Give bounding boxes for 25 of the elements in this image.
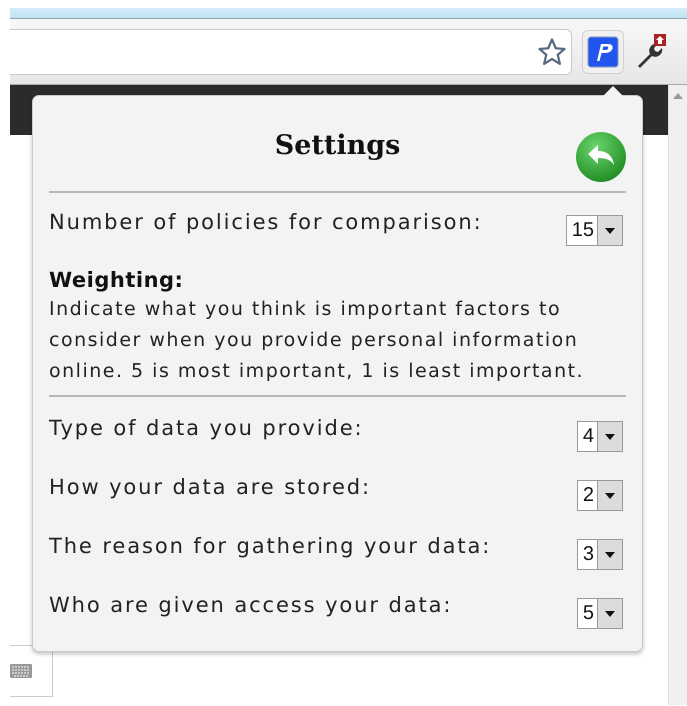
policies-label: Number of policies for comparison:: [49, 209, 483, 235]
caret-icon: [605, 552, 615, 558]
dropdown[interactable]: 5: [576, 598, 623, 629]
dropdown[interactable]: 4: [576, 421, 623, 452]
weighting-description: Indicate what you think is important factors to consider when you provide personal information online. 5 is most important, 1 is least important.: [49, 297, 586, 384]
caret-icon: [605, 492, 615, 498]
caret-icon: [605, 434, 615, 440]
dropdown[interactable]: 3: [576, 539, 623, 570]
scrollbar[interactable]: [668, 85, 687, 705]
back-icon[interactable]: [576, 132, 626, 182]
factor-label: Who are given access your data:: [49, 592, 452, 618]
popup-title: Settings: [274, 130, 400, 160]
caret-icon: [605, 610, 615, 616]
star-icon[interactable]: [537, 36, 567, 66]
scroll-up-icon[interactable]: [673, 93, 683, 99]
extension-button[interactable]: [582, 30, 624, 74]
factor-label: The reason for gathering your data:: [49, 533, 492, 559]
keyboard-icon[interactable]: [10, 664, 32, 678]
dropdown[interactable]: 2: [576, 480, 623, 511]
caret-icon: [605, 228, 615, 234]
dropdown[interactable]: 15: [566, 215, 623, 246]
p-logo-icon: [587, 36, 619, 68]
factor-label: Type of data you provide:: [49, 415, 364, 441]
factor-label: How your data are stored:: [49, 474, 372, 500]
weighting-heading: Weighting:: [49, 268, 184, 292]
